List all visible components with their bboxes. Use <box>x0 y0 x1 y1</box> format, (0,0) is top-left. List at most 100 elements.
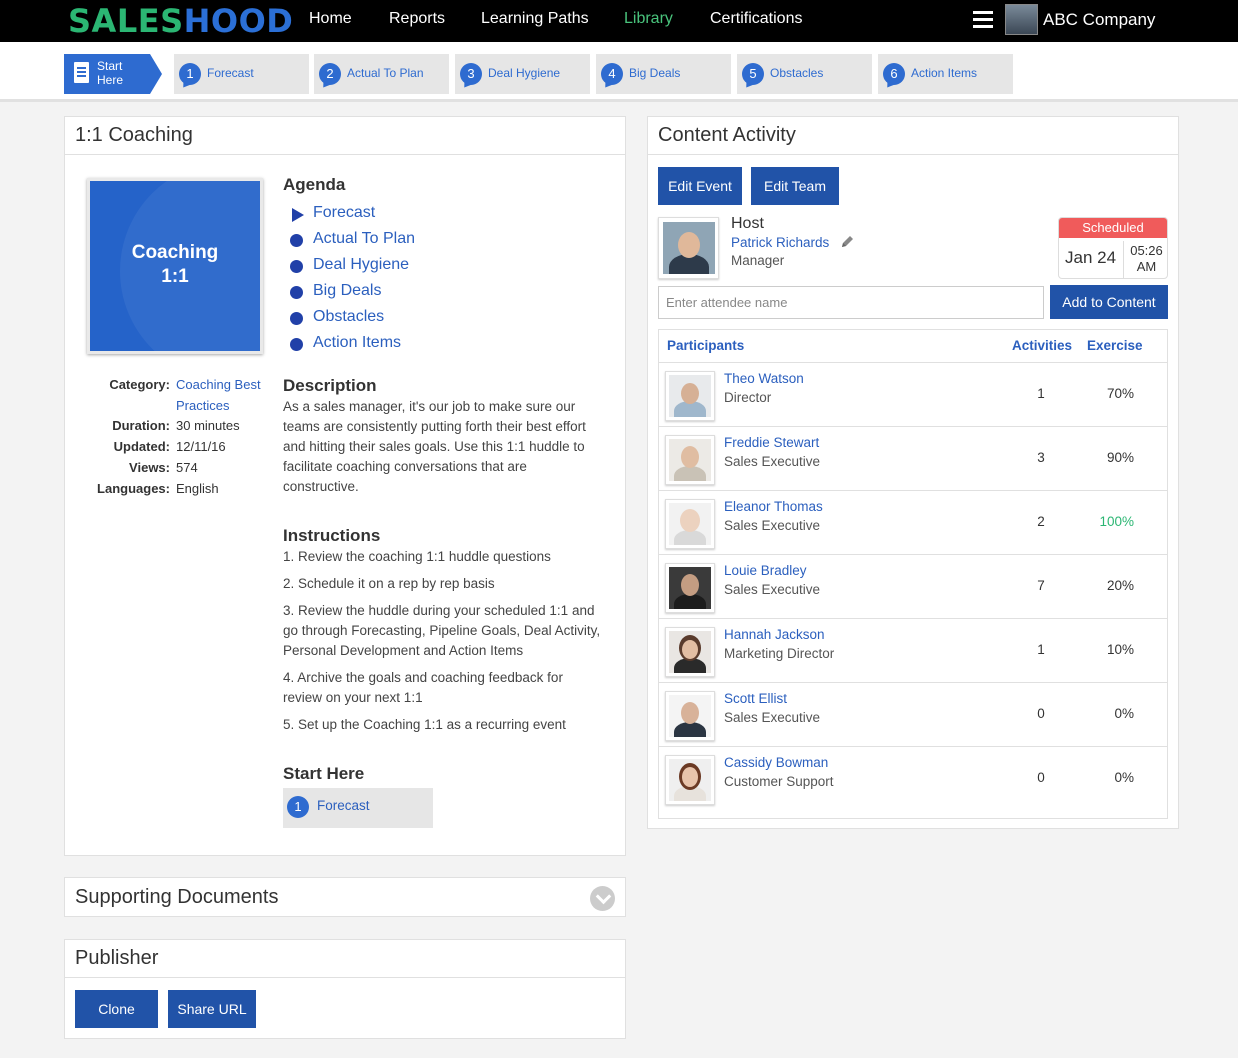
agenda-item-label: Action Items <box>313 334 402 351</box>
participant-portrait <box>669 695 711 737</box>
step-action-items[interactable]: 6 Action Items <box>878 54 1013 94</box>
agenda-item-label: Deal Hygiene <box>313 256 410 273</box>
participant-name-link[interactable]: Louie Bradley <box>724 563 807 578</box>
supporting-documents-panel[interactable]: Supporting Documents <box>64 877 626 917</box>
nav-home[interactable]: Home <box>309 9 352 29</box>
step-label: Actual To Plan <box>347 66 424 80</box>
content-cover-image[interactable]: Coaching 1:1 <box>87 178 263 354</box>
instruction-step: 3. Review the huddle during your schedul… <box>283 603 601 658</box>
step-actual-to-plan[interactable]: 2 Actual To Plan <box>314 54 449 94</box>
host-photo <box>658 217 719 279</box>
publisher-panel: Publisher Clone Share URL <box>64 939 626 1039</box>
participant-exercise: 100% <box>1099 514 1134 529</box>
event-date: Jan 24 <box>1065 248 1117 267</box>
saleshood-logo[interactable]: SALESHOOD <box>68 4 293 38</box>
bullet-icon <box>290 286 303 299</box>
description-text: As a sales manager, it's our job to make… <box>283 399 586 494</box>
description-title: Description <box>283 376 377 395</box>
start-step-forecast[interactable]: 1 Forecast <box>283 788 433 828</box>
meta-value: 30 minutes <box>176 418 240 433</box>
column-header-activities[interactable]: Activities <box>1012 338 1072 353</box>
user-avatar[interactable] <box>1005 4 1038 35</box>
edit-event-button[interactable]: Edit Event <box>658 167 742 205</box>
participant-role: Sales Executive <box>724 454 821 469</box>
participant-name-link[interactable]: Theo Watson <box>724 371 804 386</box>
attendee-name-input[interactable] <box>658 286 1044 319</box>
status-badge: Scheduled <box>1059 218 1167 238</box>
step-obstacles[interactable]: 5 Obstacles <box>737 54 872 94</box>
participant-activities: 1 <box>1037 386 1045 401</box>
instruction-step: 1. Review the coaching 1:1 huddle questi… <box>283 549 551 564</box>
participant-name-link[interactable]: Eleanor Thomas <box>724 499 823 514</box>
step-label: Big Deals <box>629 66 681 80</box>
agenda-item-label: Big Deals <box>313 282 382 299</box>
meta-key: Duration: <box>112 418 170 433</box>
agenda-title: Agenda <box>283 175 346 194</box>
column-header-exercise[interactable]: Exercise <box>1087 338 1143 353</box>
event-time: 05:26 AM <box>1123 241 1167 278</box>
company-name[interactable]: ABC Company <box>1043 10 1155 30</box>
instructions-title: Instructions <box>283 526 381 545</box>
participant-portrait <box>669 631 711 673</box>
participant-photo <box>665 563 715 613</box>
meta-key: Category: <box>109 377 170 392</box>
event-time-hours: 05:26 <box>1130 243 1163 258</box>
host-name-link[interactable]: Patrick Richards <box>731 235 829 250</box>
meta-value: English <box>176 481 219 496</box>
category-link[interactable]: Coaching Best Practices <box>176 374 271 416</box>
participant-activities: 0 <box>1037 706 1045 721</box>
clone-button[interactable]: Clone <box>75 990 158 1028</box>
participant-photo <box>665 755 715 805</box>
nav-certifications[interactable]: Certifications <box>710 9 802 29</box>
participant-name-link[interactable]: Freddie Stewart <box>724 435 819 450</box>
host-role: Manager <box>731 253 785 268</box>
participant-name-link[interactable]: Hannah Jackson <box>724 627 825 642</box>
table-row: Theo Watson Director 1 70% <box>659 363 1167 427</box>
menu-icon[interactable] <box>973 11 993 29</box>
nav-learning-paths[interactable]: Learning Paths <box>481 9 589 29</box>
step-number-badge: 6 <box>883 63 905 85</box>
participant-role: Marketing Director <box>724 646 835 661</box>
column-header-participants[interactable]: Participants <box>667 338 744 353</box>
participant-portrait <box>669 375 711 417</box>
host-portrait <box>663 222 715 274</box>
participant-name-link[interactable]: Cassidy Bowman <box>724 755 828 770</box>
step-label: Deal Hygiene <box>488 66 561 80</box>
participant-photo <box>665 691 715 741</box>
top-nav: SALESHOOD Home Reports Learning Paths Li… <box>0 0 1238 42</box>
bullet-icon <box>290 312 303 325</box>
start-here-title: Start Here <box>283 764 365 783</box>
participant-role: Sales Executive <box>724 710 821 725</box>
table-row: Scott Ellist Sales Executive 0 0% <box>659 683 1167 747</box>
step-number-badge: 3 <box>460 63 482 85</box>
participant-portrait <box>669 439 711 481</box>
schedule-badge: Scheduled Jan 24 05:26 AM <box>1058 217 1168 279</box>
pencil-icon[interactable] <box>840 234 855 254</box>
steps-bar: Start Here 1 Forecast 2 Actual To Plan 3… <box>0 42 1238 102</box>
participant-name-link[interactable]: Scott Ellist <box>724 691 787 706</box>
nav-library[interactable]: Library <box>624 9 673 29</box>
step-forecast[interactable]: 1 Forecast <box>174 54 309 94</box>
panel-title: Publisher <box>65 940 625 978</box>
agenda-item-label: Actual To Plan <box>313 230 415 247</box>
participant-portrait <box>669 503 711 545</box>
participant-activities: 7 <box>1037 578 1045 593</box>
panel-title: Content Activity <box>648 117 1178 155</box>
cover-title: Coaching 1:1 <box>90 241 260 289</box>
step-number-badge: 1 <box>287 796 309 818</box>
add-to-content-button[interactable]: Add to Content <box>1050 285 1168 319</box>
participant-portrait <box>669 567 711 609</box>
table-row: Cassidy Bowman Customer Support 0 0% <box>659 747 1167 818</box>
participant-exercise: 70% <box>1106 386 1134 401</box>
panel-title: 1:1 Coaching <box>65 117 625 155</box>
chevron-down-icon[interactable] <box>590 886 615 911</box>
nav-reports[interactable]: Reports <box>389 9 445 29</box>
start-here-step[interactable]: Start Here <box>64 54 162 94</box>
step-big-deals[interactable]: 4 Big Deals <box>596 54 731 94</box>
step-deal-hygiene[interactable]: 3 Deal Hygiene <box>455 54 590 94</box>
bullet-icon <box>290 260 303 273</box>
participant-exercise: 20% <box>1106 578 1134 593</box>
share-url-button[interactable]: Share URL <box>168 990 256 1028</box>
edit-team-button[interactable]: Edit Team <box>751 167 839 205</box>
bullet-icon <box>290 234 303 247</box>
